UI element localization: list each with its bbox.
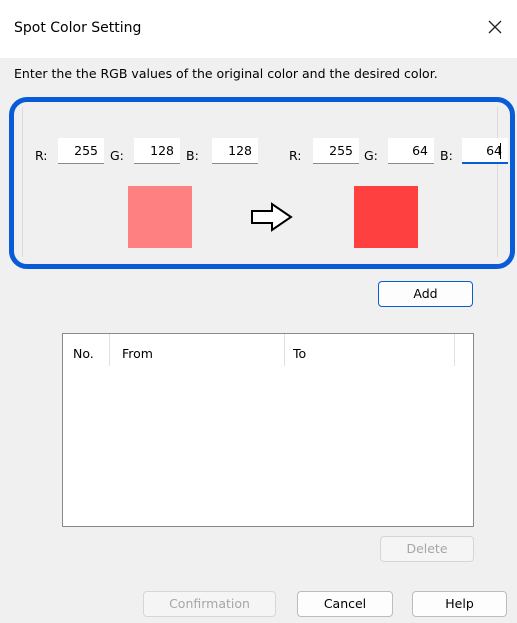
- column-separator: [109, 334, 110, 366]
- column-header-no[interactable]: No.: [73, 346, 94, 361]
- desired-b-label: B:: [440, 148, 453, 163]
- dialog-title: Spot Color Setting: [14, 20, 142, 36]
- original-r-label: R:: [35, 148, 48, 163]
- help-button[interactable]: Help: [412, 591, 507, 617]
- cancel-button[interactable]: Cancel: [297, 591, 393, 617]
- original-b-label: B:: [186, 148, 199, 163]
- desired-g-field[interactable]: 64: [388, 138, 434, 164]
- column-separator: [454, 334, 455, 366]
- column-header-to[interactable]: To: [293, 346, 306, 361]
- desired-r-label: R:: [289, 148, 302, 163]
- instruction-text: Enter the the RGB values of the original…: [14, 66, 438, 81]
- desired-r-field[interactable]: 255: [313, 138, 359, 164]
- spot-color-list[interactable]: No. From To: [62, 333, 474, 527]
- desired-g-label: G:: [364, 148, 378, 163]
- column-header-from[interactable]: From: [122, 346, 153, 361]
- right-arrow-icon: [251, 202, 293, 232]
- desired-color-swatch: [354, 186, 418, 248]
- original-b-field[interactable]: 128: [212, 138, 258, 164]
- desired-b-field[interactable]: 64: [462, 138, 508, 164]
- spot-color-dialog: Spot Color Setting Enter the the RGB val…: [0, 0, 517, 623]
- delete-button[interactable]: Delete: [380, 536, 474, 562]
- original-color-swatch: [128, 186, 192, 248]
- close-icon[interactable]: [481, 12, 509, 40]
- original-g-label: G:: [110, 148, 124, 163]
- add-button[interactable]: Add: [378, 281, 473, 307]
- original-r-field[interactable]: 255: [58, 138, 104, 164]
- highlight-frame: [9, 97, 515, 269]
- column-separator: [284, 334, 285, 366]
- original-g-field[interactable]: 128: [134, 138, 180, 164]
- confirmation-button[interactable]: Confirmation: [143, 591, 276, 617]
- text-caret: [500, 143, 501, 159]
- title-bar: Spot Color Setting: [0, 0, 517, 58]
